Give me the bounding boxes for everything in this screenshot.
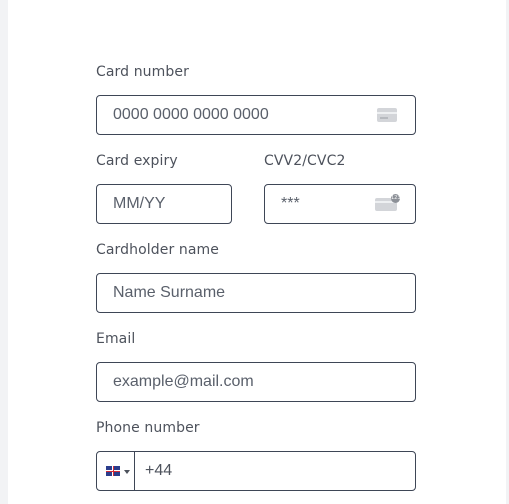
email-field[interactable] [96,362,416,402]
card-number-field[interactable] [96,95,416,135]
email-input[interactable] [113,363,393,401]
card-number-label: Card number [96,64,189,80]
cvv-input[interactable] [281,185,371,223]
card-expiry-field[interactable] [96,184,232,224]
chevron-down-icon [124,470,130,474]
uk-flag-icon [106,466,120,476]
country-code-dropdown[interactable] [97,452,135,490]
payment-form-panel: Card number Card expiry CVV2/CVC2 123 Ca… [8,0,506,504]
card-expiry-input[interactable] [113,185,223,223]
phone-input[interactable] [145,452,395,490]
phone-field[interactable] [96,451,416,491]
cardholder-label: Cardholder name [96,242,219,258]
cardholder-field[interactable] [96,273,416,313]
card-expiry-label: Card expiry [96,153,178,169]
cvv-field[interactable]: 123 [264,184,416,224]
phone-label: Phone number [96,420,200,436]
cvv-label: CVV2/CVC2 [264,153,346,169]
email-label: Email [96,331,136,347]
cvv-card-icon: 123 [375,194,401,211]
credit-card-icon [377,108,397,122]
card-number-input[interactable] [113,96,363,134]
cardholder-input[interactable] [113,274,393,312]
